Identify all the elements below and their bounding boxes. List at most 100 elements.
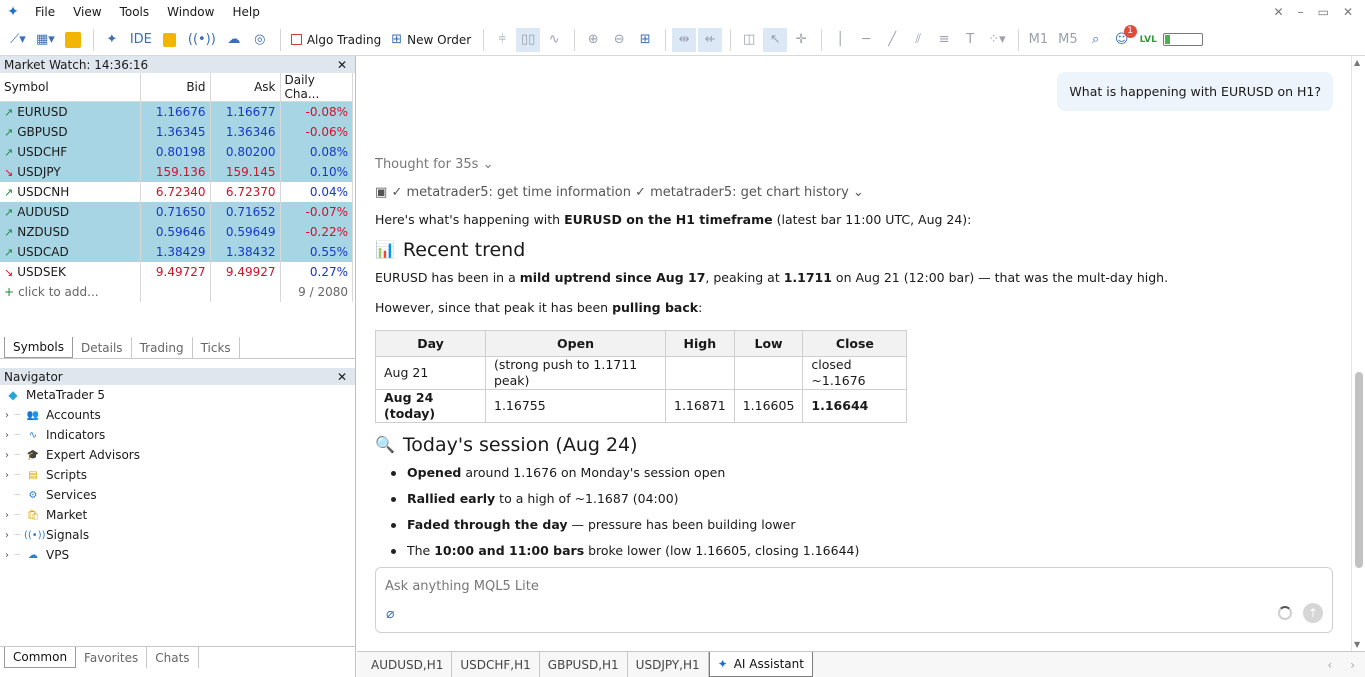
chat-input-box[interactable]: Ask anything MQL5 Lite ⌀ ↑ <box>375 567 1333 633</box>
close-button[interactable]: ✕ <box>1343 5 1353 19</box>
bar-chart-icon[interactable]: ⫩ <box>490 28 514 52</box>
deposit-icon[interactable] <box>61 28 85 52</box>
tab-common[interactable]: Common <box>4 647 77 668</box>
chevron-right-icon[interactable]: › <box>0 470 14 481</box>
minimize-button[interactable]: – <box>1298 5 1304 19</box>
close-icon[interactable]: ✕ <box>337 370 347 384</box>
signals-icon[interactable]: ((•)) <box>184 28 220 52</box>
scroll-down-icon[interactable]: ▼ <box>1354 640 1360 649</box>
candlestick-icon[interactable]: ▯▯ <box>516 27 541 52</box>
navigator-item-services[interactable]: ┈ ⚙ Services <box>0 485 355 505</box>
attach-icon[interactable]: ⌀ <box>386 606 394 622</box>
cursor-icon[interactable]: ↖ <box>763 27 788 52</box>
menu-file[interactable]: File <box>26 5 64 19</box>
tab-usdchf-h1[interactable]: USDCHF,H1 <box>452 652 540 677</box>
close-icon[interactable]: ✕ <box>337 58 347 72</box>
search-icon[interactable]: ⌕ <box>1084 28 1108 52</box>
column-header-daily-change[interactable]: Daily Cha... <box>280 73 353 102</box>
menu-view[interactable]: View <box>64 5 110 19</box>
tab-chats[interactable]: Chats <box>147 647 199 668</box>
tab-gbpusd-h1[interactable]: GBPUSD,H1 <box>540 652 628 677</box>
market-bag-icon[interactable] <box>158 28 182 52</box>
algo-trading-button[interactable]: Algo Trading <box>287 28 385 52</box>
shapes-icon[interactable]: ⁘▾ <box>984 28 1009 52</box>
table-row[interactable]: ↗ GBPUSD 1.36345 1.36346 -0.06% <box>0 121 353 142</box>
table-row[interactable]: ↗ USDCNH 6.72340 6.72370 0.04% <box>0 181 353 202</box>
tile-windows-icon[interactable]: ⊞ <box>633 28 657 52</box>
tab-ai-assistant[interactable]: ✦ AI Assistant <box>708 652 813 677</box>
text-icon[interactable]: T <box>958 28 982 52</box>
table-row[interactable]: ↗ NZDUSD 0.59646 0.59649 -0.22% <box>0 221 353 242</box>
navigator-root[interactable]: ◆ MetaTrader 5 <box>0 385 355 405</box>
navigator-item-accounts[interactable]: › ┈ 👥 Accounts <box>0 405 355 425</box>
crosshair-icon[interactable]: ✛ <box>789 28 813 52</box>
chevron-right-icon[interactable]: › <box>0 550 14 561</box>
column-header-bid[interactable]: Bid <box>140 73 211 102</box>
tab-usdjpy-h1[interactable]: USDJPY,H1 <box>628 652 709 677</box>
tab-ticks[interactable]: Ticks <box>193 337 240 358</box>
autoscroll-icon[interactable]: ⇹ <box>672 27 697 52</box>
thought-toggle[interactable]: Thought for 35s ⌄ <box>375 157 493 172</box>
pin-icon[interactable]: ✕ <box>1274 5 1284 19</box>
arrow-down-icon: ↘ <box>4 265 14 279</box>
chevron-right-icon[interactable]: › <box>0 530 14 541</box>
chevron-right-icon[interactable]: › <box>0 410 14 421</box>
timeframe-m1[interactable]: M1 <box>1025 28 1053 52</box>
table-row[interactable]: ↗ AUDUSD 0.71650 0.71652 -0.07% <box>0 201 353 222</box>
profiles-icon[interactable]: ▦▾ <box>32 28 59 52</box>
notifications-icon[interactable]: ☺ 1 <box>1110 24 1137 52</box>
tab-favorites[interactable]: Favorites <box>76 647 148 668</box>
ai-icon[interactable]: ✦ <box>100 28 124 52</box>
scrollbar-thumb[interactable] <box>1355 372 1363 568</box>
menu-help[interactable]: Help <box>223 5 268 19</box>
community-icon[interactable]: ◎ <box>248 28 272 52</box>
tool-calls-toggle[interactable]: ▣ ✓ metatrader5: get time information ✓ … <box>375 185 864 200</box>
fibonacci-icon[interactable]: ≡ <box>932 28 956 52</box>
table-row[interactable]: ↘ USDSEK 9.49727 9.49927 0.27% <box>0 261 353 282</box>
chevron-right-icon[interactable]: › <box>0 430 14 441</box>
timeframe-m5[interactable]: M5 <box>1054 28 1082 52</box>
click-to-add[interactable]: + click to add... <box>0 281 141 302</box>
table-row[interactable]: ↘ USDJPY 159.136 159.145 0.10% <box>0 161 353 182</box>
column-header-symbol[interactable]: Symbol <box>0 73 141 102</box>
table-row[interactable]: ↗ USDCHF 0.80198 0.80200 0.08% <box>0 141 353 162</box>
tab-details[interactable]: Details <box>73 337 132 358</box>
navigator-item-indicators[interactable]: › ┈ ∿ Indicators <box>0 425 355 445</box>
zoom-out-icon[interactable]: ⊖ <box>607 28 631 52</box>
chevron-right-icon[interactable]: › <box>0 510 14 521</box>
table-row[interactable]: ↗ EURUSD 1.16676 1.16677 -0.08% <box>0 101 353 122</box>
line-chart-icon[interactable]: ∿ <box>542 28 566 52</box>
zoom-in-icon[interactable]: ⊕ <box>581 28 605 52</box>
channel-icon[interactable]: ⫽ <box>906 28 930 52</box>
trendline-icon[interactable]: ╱ <box>880 28 904 52</box>
horizontal-line-icon[interactable]: ─ <box>854 28 878 52</box>
navigator-item-market[interactable]: › ┈ 🛍 Market <box>0 505 355 525</box>
ai-icon: ✦ <box>717 657 728 671</box>
screenshot-icon[interactable]: ◫ <box>737 28 761 52</box>
send-button[interactable]: ↑ <box>1303 603 1323 623</box>
menu-tools[interactable]: Tools <box>111 5 159 19</box>
tab-symbols[interactable]: Symbols <box>4 337 73 358</box>
vertical-line-icon[interactable]: │ <box>828 28 852 52</box>
navigator-item-vps[interactable]: › ┈ ☁ VPS <box>0 545 355 565</box>
chart-shift-icon[interactable]: ⇷ <box>698 27 723 52</box>
chevron-right-icon[interactable]: › <box>0 450 14 461</box>
vps-cloud-icon[interactable]: ☁ <box>222 28 246 52</box>
column-header-ask[interactable]: Ask <box>210 73 281 102</box>
navigator-item-signals[interactable]: › ┈ ((•)) Signals <box>0 525 355 545</box>
navigator-item-expert-advisors[interactable]: › ┈ 🎓 Expert Advisors <box>0 445 355 465</box>
new-chart-icon[interactable]: ⟋▾ <box>6 28 30 52</box>
scroll-up-icon[interactable]: ▲ <box>1354 58 1360 67</box>
table-row[interactable]: ↗ USDCAD 1.38429 1.38432 0.55% <box>0 241 353 262</box>
maximize-button[interactable]: ▭ <box>1318 5 1329 19</box>
ide-button[interactable]: IDE <box>126 28 156 52</box>
new-order-button[interactable]: ⊞ New Order <box>387 28 475 52</box>
chevron-left-icon[interactable]: ‹ <box>1327 658 1332 672</box>
tab-trading[interactable]: Trading <box>132 337 193 358</box>
chat-scrollbar[interactable]: ▲ ▼ <box>1351 56 1365 651</box>
menu-window[interactable]: Window <box>158 5 223 19</box>
tab-audusd-h1[interactable]: AUDUSD,H1 <box>363 652 453 677</box>
chat-input-placeholder[interactable]: Ask anything MQL5 Lite <box>385 579 539 594</box>
chevron-right-icon[interactable]: › <box>1350 658 1355 672</box>
navigator-item-scripts[interactable]: › ┈ ▤ Scripts <box>0 465 355 485</box>
